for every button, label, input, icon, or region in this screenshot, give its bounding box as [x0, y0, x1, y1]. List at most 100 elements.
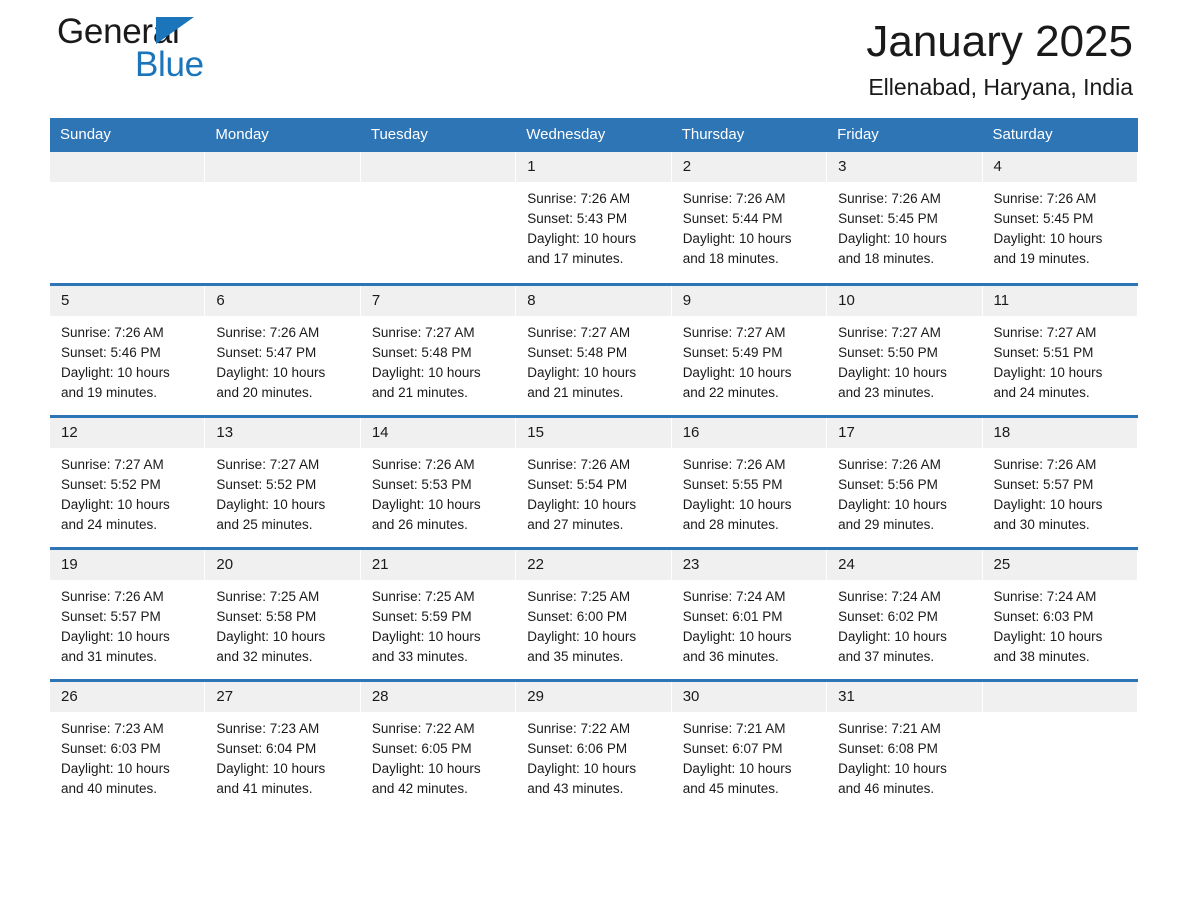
week-row: 5 Sunrise: 7:26 AM Sunset: 5:46 PM Daylight…: [50, 282, 1138, 416]
daylight-text-line2: and 22 minutes.: [682, 384, 779, 400]
day-cell-inner: 10 Sunrise: 7:27 AM Sunset: 5:50 PM Dayligh…: [827, 285, 983, 415]
day-cell[interactable]: 27 Sunrise: 7:23 AM Sunset: 6:04 PM Dayligh…: [205, 678, 361, 812]
day-cell[interactable]: 7 Sunrise: 7:27 AM Sunset: 5:48 PM Daylight…: [360, 282, 517, 416]
day-cell-inner: 28 Sunrise: 7:22 AM Sunset: 6:05 PM Dayligh…: [360, 681, 517, 812]
daylight-text-line1: Daylight: 10 hours: [993, 628, 1103, 644]
day-cell-inner: [205, 152, 361, 283]
calendar-page: General Blue January 2025 Ellenabad, Har…: [0, 0, 1188, 918]
sunset-text: Sunset: 5:53 PM: [371, 476, 472, 492]
day-cell[interactable]: 31 Sunrise: 7:21 AM Sunset: 6:08 PM Dayligh…: [827, 678, 983, 812]
sunset-text: Sunset: 6:00 PM: [527, 608, 628, 624]
day-cell-inner: 16 Sunrise: 7:26 AM Sunset: 5:55 PM Dayligh…: [671, 417, 828, 547]
day-number: 15: [516, 417, 671, 448]
day-cell[interactable]: 30 Sunrise: 7:21 AM Sunset: 6:07 PM Dayligh…: [671, 678, 828, 812]
day-cell[interactable]: 10 Sunrise: 7:27 AM Sunset: 5:50 PM Dayligh…: [827, 282, 983, 416]
day-number: 29: [516, 681, 671, 712]
sunset-text: Sunset: 5:57 PM: [993, 476, 1094, 492]
sunrise-text: Sunrise: 7:25 AM: [371, 588, 475, 604]
day-cell[interactable]: 23 Sunrise: 7:24 AM Sunset: 6:01 PM Dayligh…: [671, 546, 828, 680]
daylight-text-line1: Daylight: 10 hours: [371, 628, 481, 644]
day-cell[interactable]: 9 Sunrise: 7:27 AM Sunset: 5:49 PM Daylight…: [671, 282, 828, 416]
day-details: Sunrise: 7:26 AM Sunset: 5:57 PM Daylight:…: [50, 580, 204, 667]
week-row: 1 Sunrise: 7:26 AM Sunset: 5:43 PM Daylight…: [50, 152, 1138, 284]
day-cell[interactable]: 18 Sunrise: 7:26 AM Sunset: 5:57 PM Dayligh…: [982, 414, 1138, 548]
sunrise-text: Sunrise: 7:23 AM: [216, 720, 320, 736]
sunrise-text: Sunrise: 7:27 AM: [838, 324, 941, 340]
day-number: 9: [671, 285, 827, 316]
weekday-header-row: Sunday Monday Tuesday Wednesday Thursday…: [50, 118, 1138, 152]
day-cell[interactable]: 24 Sunrise: 7:24 AM Sunset: 6:02 PM Dayligh…: [827, 546, 983, 680]
day-cell[interactable]: 29 Sunrise: 7:22 AM Sunset: 6:06 PM Dayligh…: [516, 678, 672, 812]
daylight-text-line2: and 28 minutes.: [682, 516, 779, 532]
day-cell-empty: [50, 152, 206, 284]
sunrise-text: Sunrise: 7:26 AM: [527, 191, 631, 206]
sunset-text: Sunset: 5:47 PM: [216, 344, 317, 360]
day-cell[interactable]: 16 Sunrise: 7:26 AM Sunset: 5:55 PM Dayligh…: [671, 414, 828, 548]
day-cell[interactable]: 1 Sunrise: 7:26 AM Sunset: 5:43 PM Daylight…: [516, 152, 672, 284]
daylight-text-line2: and 40 minutes.: [61, 780, 158, 796]
day-cell[interactable]: 25 Sunrise: 7:24 AM Sunset: 6:03 PM Dayligh…: [982, 546, 1138, 680]
day-cell[interactable]: 6 Sunrise: 7:26 AM Sunset: 5:47 PM Daylight…: [205, 282, 361, 416]
day-cell-inner: 25 Sunrise: 7:24 AM Sunset: 6:03 PM Dayligh…: [982, 549, 1138, 679]
daylight-text-line2: and 46 minutes.: [838, 780, 935, 796]
daylight-text-line1: Daylight: 10 hours: [682, 496, 792, 512]
day-details: Sunrise: 7:26 AM Sunset: 5:54 PM Daylight:…: [516, 448, 670, 535]
day-number: 14: [360, 417, 516, 448]
day-details: Sunrise: 7:26 AM Sunset: 5:57 PM Daylight:…: [983, 448, 1137, 535]
weekday-header-friday: Friday: [827, 118, 983, 152]
day-number: 7: [360, 285, 516, 316]
daylight-text-line2: and 23 minutes.: [838, 384, 935, 400]
day-cell-inner: 27 Sunrise: 7:23 AM Sunset: 6:04 PM Dayligh…: [205, 681, 361, 812]
day-cell[interactable]: 21 Sunrise: 7:25 AM Sunset: 5:59 PM Dayligh…: [360, 546, 517, 680]
sunset-text: Sunset: 5:57 PM: [61, 608, 161, 624]
day-cell[interactable]: 28 Sunrise: 7:22 AM Sunset: 6:05 PM Dayligh…: [360, 678, 517, 812]
daylight-text-line1: Daylight: 10 hours: [993, 231, 1103, 246]
daylight-text-line1: Daylight: 10 hours: [527, 628, 637, 644]
sunrise-text: Sunrise: 7:27 AM: [371, 324, 475, 340]
day-cell[interactable]: 19 Sunrise: 7:26 AM Sunset: 5:57 PM Dayligh…: [50, 546, 206, 680]
sunrise-text: Sunrise: 7:26 AM: [993, 456, 1097, 472]
day-cell-empty: [360, 152, 517, 284]
day-cell[interactable]: 13 Sunrise: 7:27 AM Sunset: 5:52 PM Dayligh…: [205, 414, 361, 548]
day-cell-inner: 15 Sunrise: 7:26 AM Sunset: 5:54 PM Dayligh…: [516, 417, 672, 547]
day-cell[interactable]: 5 Sunrise: 7:26 AM Sunset: 5:46 PM Daylight…: [50, 282, 206, 416]
day-details: Sunrise: 7:27 AM Sunset: 5:52 PM Daylight:…: [205, 448, 359, 535]
day-cell[interactable]: 8 Sunrise: 7:27 AM Sunset: 5:48 PM Daylight…: [516, 282, 672, 416]
day-cell[interactable]: 12 Sunrise: 7:27 AM Sunset: 5:52 PM Dayligh…: [50, 414, 206, 548]
sunrise-text: Sunrise: 7:26 AM: [61, 588, 164, 604]
day-cell-inner: 31 Sunrise: 7:21 AM Sunset: 6:08 PM Dayligh…: [827, 681, 983, 812]
sunrise-text: Sunrise: 7:26 AM: [838, 191, 941, 206]
day-cell-inner: 3 Sunrise: 7:26 AM Sunset: 5:45 PM Daylight…: [827, 152, 983, 283]
day-cell[interactable]: 20 Sunrise: 7:25 AM Sunset: 5:58 PM Dayligh…: [205, 546, 361, 680]
daylight-text-line2: and 24 minutes.: [61, 516, 158, 532]
day-cell-inner: 2 Sunrise: 7:26 AM Sunset: 5:44 PM Daylight…: [671, 152, 828, 283]
sunset-text: Sunset: 5:52 PM: [216, 476, 317, 492]
daylight-text-line1: Daylight: 10 hours: [216, 628, 326, 644]
day-cell[interactable]: 15 Sunrise: 7:26 AM Sunset: 5:54 PM Dayligh…: [516, 414, 672, 548]
sunrise-text: Sunrise: 7:25 AM: [216, 588, 320, 604]
day-number: 5: [50, 285, 205, 316]
day-cell[interactable]: 4 Sunrise: 7:26 AM Sunset: 5:45 PM Daylight…: [982, 152, 1138, 284]
day-cell[interactable]: 2 Sunrise: 7:26 AM Sunset: 5:44 PM Daylight…: [671, 152, 828, 284]
day-number: [360, 152, 516, 182]
page-header: General Blue January 2025 Ellenabad, Har…: [50, 0, 1138, 118]
day-cell[interactable]: 17 Sunrise: 7:26 AM Sunset: 5:56 PM Dayligh…: [827, 414, 983, 548]
day-cell[interactable]: 3 Sunrise: 7:26 AM Sunset: 5:45 PM Daylight…: [827, 152, 983, 284]
day-number: 8: [516, 285, 671, 316]
day-cell-inner: 19 Sunrise: 7:26 AM Sunset: 5:57 PM Dayligh…: [50, 549, 206, 679]
daylight-text-line1: Daylight: 10 hours: [838, 364, 947, 380]
sunset-text: Sunset: 5:44 PM: [682, 211, 783, 226]
sunrise-text: Sunrise: 7:27 AM: [527, 324, 631, 340]
day-cell[interactable]: 11 Sunrise: 7:27 AM Sunset: 5:51 PM Dayligh…: [982, 282, 1138, 416]
sunset-text: Sunset: 6:08 PM: [838, 740, 938, 756]
daylight-text-line2: and 29 minutes.: [838, 516, 935, 532]
daylight-text-line2: and 38 minutes.: [993, 648, 1090, 664]
day-cell[interactable]: 26 Sunrise: 7:23 AM Sunset: 6:03 PM Dayligh…: [50, 678, 206, 812]
week-row: 12 Sunrise: 7:27 AM Sunset: 5:52 PM Dayligh…: [50, 414, 1138, 548]
day-details: Sunrise: 7:27 AM Sunset: 5:52 PM Daylight:…: [50, 448, 204, 535]
day-details: Sunrise: 7:27 AM Sunset: 5:49 PM Daylight:…: [672, 316, 826, 403]
day-details: Sunrise: 7:26 AM Sunset: 5:53 PM Daylight:…: [361, 448, 515, 535]
day-cell[interactable]: 22 Sunrise: 7:25 AM Sunset: 6:00 PM Dayligh…: [516, 546, 672, 680]
day-cell[interactable]: 14 Sunrise: 7:26 AM Sunset: 5:53 PM Dayligh…: [360, 414, 517, 548]
day-cell-empty: [982, 678, 1138, 812]
